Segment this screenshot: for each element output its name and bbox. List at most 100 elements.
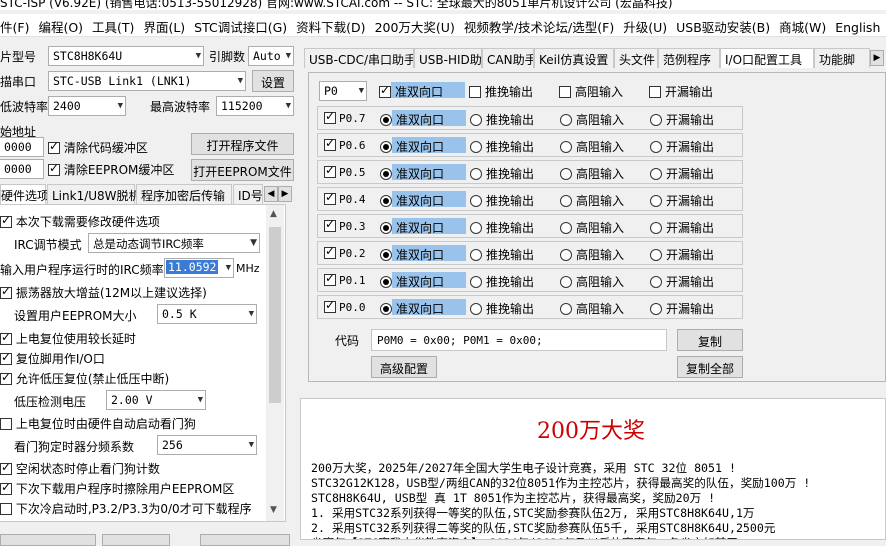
radio-unselected-icon[interactable] [470,114,482,126]
menu-item-3[interactable]: 界面(L) [143,14,194,36]
radio-unselected-icon[interactable] [650,303,662,315]
pin-mode-option-3[interactable]: 开漏输出 [650,219,714,236]
pin-mode-option-2[interactable]: 高阻输入 [560,138,624,155]
menu-item-9[interactable]: USB驱动安装(B) [676,14,779,36]
pin-mode-option-1[interactable]: 推挽输出 [470,138,534,155]
radio-unselected-icon[interactable] [470,195,482,207]
radio-unselected-icon[interactable] [470,168,482,180]
max-baud-select[interactable]: 115200 ▼ [216,96,294,116]
option-idle-stop-watchdog[interactable]: 空闲状态时停止看门狗计数 [0,460,160,477]
irc-frequency-input[interactable]: 11.0592 ▼ [164,258,234,278]
radio-selected-icon[interactable] [380,303,392,315]
checkbox-checked-icon[interactable] [0,284,12,299]
radio-unselected-icon[interactable] [650,141,662,153]
option-erase-eeprom[interactable]: 下次下载用户程序时擦除用户EEPROM区 [0,480,234,497]
radio-unselected-icon[interactable] [560,195,572,207]
checkbox-checked-icon[interactable] [324,109,336,124]
bottom-button-2[interactable] [102,534,170,546]
radio-unselected-icon[interactable] [560,141,572,153]
checkbox-checked-icon[interactable] [324,244,336,259]
radio-selected-icon[interactable] [380,195,392,207]
checkbox-unchecked-icon[interactable] [469,86,481,98]
pin-mode-option-0[interactable]: 准双向口 [380,246,444,263]
menu-item-5[interactable]: 资料下载(D) [296,14,374,36]
pin-enable-option[interactable]: P0.2 [324,244,366,260]
checkbox-checked-icon[interactable] [324,271,336,286]
options-scrollbar[interactable]: ▲ ▼ [266,205,284,521]
clear-code-option[interactable]: 清除代码缓冲区 [48,139,148,156]
tab-encrypted-transfer[interactable]: 程序加密后传输 [136,184,232,204]
scrollbar-thumb[interactable] [269,227,281,403]
radio-selected-icon[interactable] [380,168,392,180]
group-mode-2[interactable]: 高阻输入 [559,83,623,100]
pin-mode-option-3[interactable]: 开漏输出 [650,300,714,317]
pin-enable-option[interactable]: P0.4 [324,190,366,206]
radio-unselected-icon[interactable] [650,222,662,234]
open-eeprom-file-button[interactable]: 打开EEPROM文件 [191,159,294,181]
pin-mode-option-2[interactable]: 高阻输入 [560,111,624,128]
irc-mode-select[interactable]: 总是动态调节IRC频率 ▼ [88,233,260,253]
radio-unselected-icon[interactable] [470,276,482,288]
pin-mode-option-2[interactable]: 高阻输入 [560,300,624,317]
checkbox-checked-icon[interactable] [324,217,336,232]
tab-right-6[interactable]: I/O口配置工具 [720,48,814,68]
pin-mode-option-1[interactable]: 推挽输出 [470,273,534,290]
tab-id[interactable]: ID号 [233,184,263,204]
checkbox-checked-icon[interactable] [324,298,336,313]
pin-mode-option-0[interactable]: 准双向口 [380,111,444,128]
checkbox-checked-icon[interactable] [0,480,12,495]
radio-unselected-icon[interactable] [560,303,572,315]
pin-mode-option-0[interactable]: 准双向口 [380,219,444,236]
tab-scroll-right-icon[interactable]: ▶ [278,186,292,202]
option-low-voltage-reset[interactable]: 允许低压复位(禁止低压中断) [0,370,169,387]
group-mode-0[interactable]: 准双向口 [379,82,465,100]
port-settings-button[interactable]: 设置 [252,70,294,92]
pin-mode-option-2[interactable]: 高阻输入 [560,192,624,209]
pin-enable-option[interactable]: P0.7 [324,109,366,125]
tab-right-0[interactable]: USB-CDC/串口助手 [304,48,414,68]
menu-item-2[interactable]: 工具(T) [92,14,143,36]
copy-button[interactable]: 复制 [677,329,743,351]
group-mode-3[interactable]: 开漏输出 [649,83,713,100]
pin-mode-option-3[interactable]: 开漏输出 [650,165,714,182]
menu-item-11[interactable]: English [835,17,886,35]
pin-mode-option-0[interactable]: 准双向口 [380,192,444,209]
option-osc-gain[interactable]: 振荡器放大增益(12M以上建议选择) [0,284,207,301]
menu-item-4[interactable]: STC调试接口(G) [194,14,296,36]
pin-enable-option[interactable]: P0.1 [324,271,366,287]
pin-mode-option-0[interactable]: 准双向口 [380,273,444,290]
tab-scroll-left-icon[interactable]: ◀ [264,186,278,202]
port-group-select[interactable]: P0 ▼ [319,81,367,101]
group-mode-1[interactable]: 推挽输出 [469,83,533,100]
copy-all-button[interactable]: 复制全部 [677,356,743,378]
checkbox-checked-icon[interactable] [324,190,336,205]
eeprom-size-select[interactable]: 0.5 K ▼ [157,304,257,324]
pin-enable-option[interactable]: P0.0 [324,298,366,314]
pin-mode-option-1[interactable]: 推挽输出 [470,246,534,263]
pin-mode-option-0[interactable]: 准双向口 [380,300,444,317]
radio-selected-icon[interactable] [380,114,392,126]
pin-mode-option-1[interactable]: 推挽输出 [470,192,534,209]
checkbox-unchecked-icon[interactable] [0,418,12,430]
bottom-button-3[interactable] [200,534,290,546]
tab-scroll-right-icon[interactable]: ▶ [870,50,884,66]
checkbox-checked-icon[interactable] [0,460,12,475]
tab-right-7[interactable]: 功能脚 [814,48,870,68]
pin-mode-option-1[interactable]: 推挽输出 [470,165,534,182]
menu-item-1[interactable]: 编程(O) [38,14,92,36]
tab-right-4[interactable]: 头文件 [614,48,658,68]
menu-item-0[interactable]: 件(F) [0,14,38,36]
pin-mode-option-1[interactable]: 推挽输出 [470,219,534,236]
radio-unselected-icon[interactable] [650,168,662,180]
checkbox-checked-icon[interactable] [0,350,12,365]
tab-right-2[interactable]: CAN助手 [482,48,534,68]
radio-unselected-icon[interactable] [560,249,572,261]
option-reset-io[interactable]: 复位脚用作I/O口 [0,350,105,367]
open-program-file-button[interactable]: 打开程序文件 [191,133,294,155]
radio-unselected-icon[interactable] [560,222,572,234]
pin-enable-option[interactable]: P0.5 [324,163,366,179]
radio-unselected-icon[interactable] [560,114,572,126]
radio-unselected-icon[interactable] [650,195,662,207]
pin-mode-option-3[interactable]: 开漏输出 [650,138,714,155]
menu-item-8[interactable]: 升级(U) [623,14,676,36]
